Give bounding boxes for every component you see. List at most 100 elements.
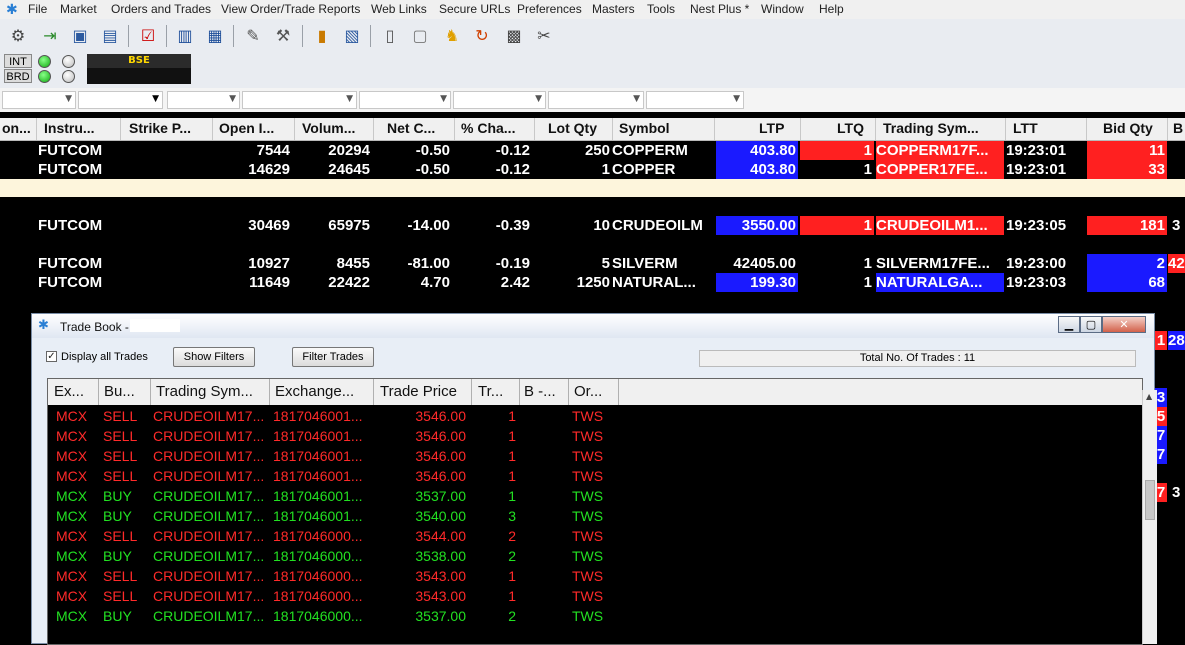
- calculator-icon[interactable]: ▩: [502, 24, 526, 48]
- menu-tools[interactable]: Tools: [647, 2, 675, 16]
- col-header-pct-change[interactable]: % Cha...: [461, 120, 531, 136]
- menu-orders-and-trades[interactable]: Orders and Trades: [111, 2, 211, 16]
- scroll-thumb[interactable]: [1145, 480, 1155, 520]
- trade-book-titlebar[interactable]: ✱ Trade Book - ▁ ▢ ✕: [32, 314, 1154, 338]
- col-header-ltt[interactable]: LTT: [1013, 120, 1053, 136]
- trade-row[interactable]: MCX SELL CRUDEOILM17... 1817046001... 3546.0…: [48, 406, 1142, 426]
- int-label: INT: [4, 54, 32, 68]
- settings-icon[interactable]: ⚒: [271, 24, 295, 48]
- filter-combo-7[interactable]: ▼: [548, 91, 644, 109]
- col-header-exchange-id[interactable]: Exchange...: [275, 383, 371, 400]
- col-header-ltq[interactable]: LTQ: [837, 120, 873, 136]
- col-header-option[interactable]: on...: [2, 120, 34, 136]
- col-header-trade-qty[interactable]: Tr...: [478, 383, 518, 400]
- filter-trades-button[interactable]: Filter Trades: [292, 347, 374, 367]
- filter-combo-5[interactable]: ▼: [359, 91, 451, 109]
- menu-nest-plus[interactable]: Nest Plus *: [690, 2, 749, 16]
- col-header-volume[interactable]: Volum...: [302, 120, 370, 136]
- instrument-cell: FUTCOM: [38, 274, 103, 291]
- col-header-net-change[interactable]: Net C...: [387, 120, 449, 136]
- tools-icon[interactable]: ✎: [241, 24, 265, 48]
- menu-masters[interactable]: Masters: [592, 2, 635, 16]
- col-header-instrument[interactable]: Instru...: [44, 120, 116, 136]
- display-all-trades-checkbox[interactable]: ✓: [46, 351, 57, 362]
- monitor-icon[interactable]: ▤: [98, 24, 122, 48]
- filter-combo-1[interactable]: ▼: [2, 91, 76, 109]
- menu-help[interactable]: Help: [819, 2, 844, 16]
- show-filters-button[interactable]: Show Filters: [173, 347, 255, 367]
- col-header-trade-price[interactable]: Trade Price: [380, 383, 466, 400]
- col-header-strike-price[interactable]: Strike P...: [129, 120, 209, 136]
- net-change-cell: -81.00: [407, 255, 450, 272]
- col-header-buy-sell[interactable]: Bu...: [104, 383, 148, 400]
- market-watch-vertical-scrollbar[interactable]: ▲: [1142, 390, 1157, 644]
- market-watch-row[interactable]: FUTCOM 11649 22422 4.70 2.42 1250 NATURA…: [0, 273, 1185, 292]
- menu-window[interactable]: Window: [761, 2, 804, 16]
- col-header-trading-symbol[interactable]: Trading Sym...: [156, 383, 266, 400]
- filter-combo-4[interactable]: ▼: [242, 91, 357, 109]
- filter-combo-6[interactable]: ▼: [453, 91, 546, 109]
- trade-row[interactable]: MCX SELL CRUDEOILM17... 1817046000... 3543.0…: [48, 586, 1142, 606]
- col-header-trading-symbol[interactable]: Trading Sym...: [883, 120, 1001, 136]
- tools-wrench-icon[interactable]: ✂: [532, 24, 556, 48]
- market-watch-row[interactable]: FUTCOM 10927 8455 -81.00 -0.19 5 SILVERM…: [0, 254, 1185, 273]
- trade-price-cell: 3543.00: [415, 568, 466, 584]
- document-icon[interactable]: ▯: [378, 24, 402, 48]
- col-header-b[interactable]: B -...: [524, 383, 566, 400]
- filter-combo-8[interactable]: ▼: [646, 91, 744, 109]
- people-icon[interactable]: ♞: [440, 24, 464, 48]
- market-watch-icon[interactable]: ▣: [68, 24, 92, 48]
- menu-secure-urls[interactable]: Secure URLs: [439, 2, 510, 16]
- menu-preferences[interactable]: Preferences: [517, 2, 582, 16]
- col-header-symbol[interactable]: Symbol: [619, 120, 689, 136]
- open-interest-cell: 7544: [256, 142, 290, 159]
- trade-row[interactable]: MCX BUY CRUDEOILM17... 1817046000... 3538.00…: [48, 546, 1142, 566]
- col-header-ltp[interactable]: LTP: [759, 120, 799, 136]
- trade-row[interactable]: MCX SELL CRUDEOILM17... 1817046001... 3546.0…: [48, 426, 1142, 446]
- trade-row[interactable]: MCX SELL CRUDEOILM17... 1817046000... 3543.0…: [48, 566, 1142, 586]
- refresh-icon[interactable]: ↻: [470, 24, 494, 48]
- minimize-icon[interactable]: ▁: [1058, 316, 1080, 333]
- trade-book-icon[interactable]: ▦: [203, 24, 227, 48]
- close-icon[interactable]: ✕: [1102, 316, 1146, 333]
- menu-view-order-trade-reports[interactable]: View Order/Trade Reports: [221, 2, 360, 16]
- login-icon[interactable]: ⇥: [38, 24, 62, 48]
- trade-row[interactable]: MCX SELL CRUDEOILM17... 1817046000... 3544.0…: [48, 526, 1142, 546]
- menu-market[interactable]: Market: [60, 2, 97, 16]
- scroll-up-icon[interactable]: ▲: [1146, 392, 1152, 401]
- trade-row[interactable]: MCX BUY CRUDEOILM17... 1817046001... 3537.00…: [48, 486, 1142, 506]
- filter-combo-2[interactable]: ▼: [78, 91, 163, 109]
- bse-ticker-panel[interactable]: BSE: [87, 54, 191, 84]
- filter-combo-3[interactable]: ▼: [167, 91, 240, 109]
- notebook-icon[interactable]: ▮: [310, 24, 334, 48]
- col-header-bid[interactable]: B: [1173, 120, 1185, 136]
- col-header-lot-qty[interactable]: Lot Qty: [548, 120, 608, 136]
- menu-file[interactable]: File: [28, 2, 47, 16]
- trade-row[interactable]: MCX SELL CRUDEOILM17... 1817046001... 3546.0…: [48, 466, 1142, 486]
- order-entry-icon[interactable]: ☑: [136, 24, 160, 48]
- trade-row[interactable]: MCX BUY CRUDEOILM17... 1817046001... 3540.00…: [48, 506, 1142, 526]
- ltt-cell: 19:23:01: [1006, 161, 1067, 178]
- selected-empty-row[interactable]: [0, 179, 1185, 197]
- menu-web-links[interactable]: Web Links: [371, 2, 427, 16]
- order-book-icon[interactable]: ▥: [173, 24, 197, 48]
- connect-icon[interactable]: ⚙: [6, 24, 30, 48]
- ltp-cell: 3550.00: [716, 216, 798, 235]
- market-watch-row[interactable]: FUTCOM 7544 20294 -0.50 -0.12 250 COPPER…: [0, 141, 1185, 160]
- col-header-origin[interactable]: Or...: [574, 383, 618, 400]
- col-header-bid-qty[interactable]: Bid Qty: [1103, 120, 1165, 136]
- ltq-cell: 1: [863, 274, 872, 291]
- trade-row[interactable]: MCX SELL CRUDEOILM17... 1817046001... 3546.0…: [48, 446, 1142, 466]
- trade-exchange-id-cell: 1817046001...: [273, 468, 363, 484]
- toolbar-separator: [302, 25, 303, 47]
- col-header-exchange[interactable]: Ex...: [54, 383, 98, 400]
- bid-qty-cell: 11: [1087, 141, 1167, 160]
- market-watch-row[interactable]: FUTCOM 30469 65975 -14.00 -0.39 10 CRUDE…: [0, 216, 1185, 235]
- report-icon[interactable]: ▧: [340, 24, 364, 48]
- blank-icon[interactable]: ▢: [408, 24, 432, 48]
- trade-row[interactable]: MCX BUY CRUDEOILM17... 1817046000... 3537.00…: [48, 606, 1142, 626]
- market-watch-row[interactable]: FUTCOM 14629 24645 -0.50 -0.12 1 COPPER …: [0, 160, 1185, 179]
- trade-exchange-cell: MCX: [56, 588, 88, 604]
- col-header-open-interest[interactable]: Open I...: [219, 120, 291, 136]
- maximize-icon[interactable]: ▢: [1080, 316, 1102, 333]
